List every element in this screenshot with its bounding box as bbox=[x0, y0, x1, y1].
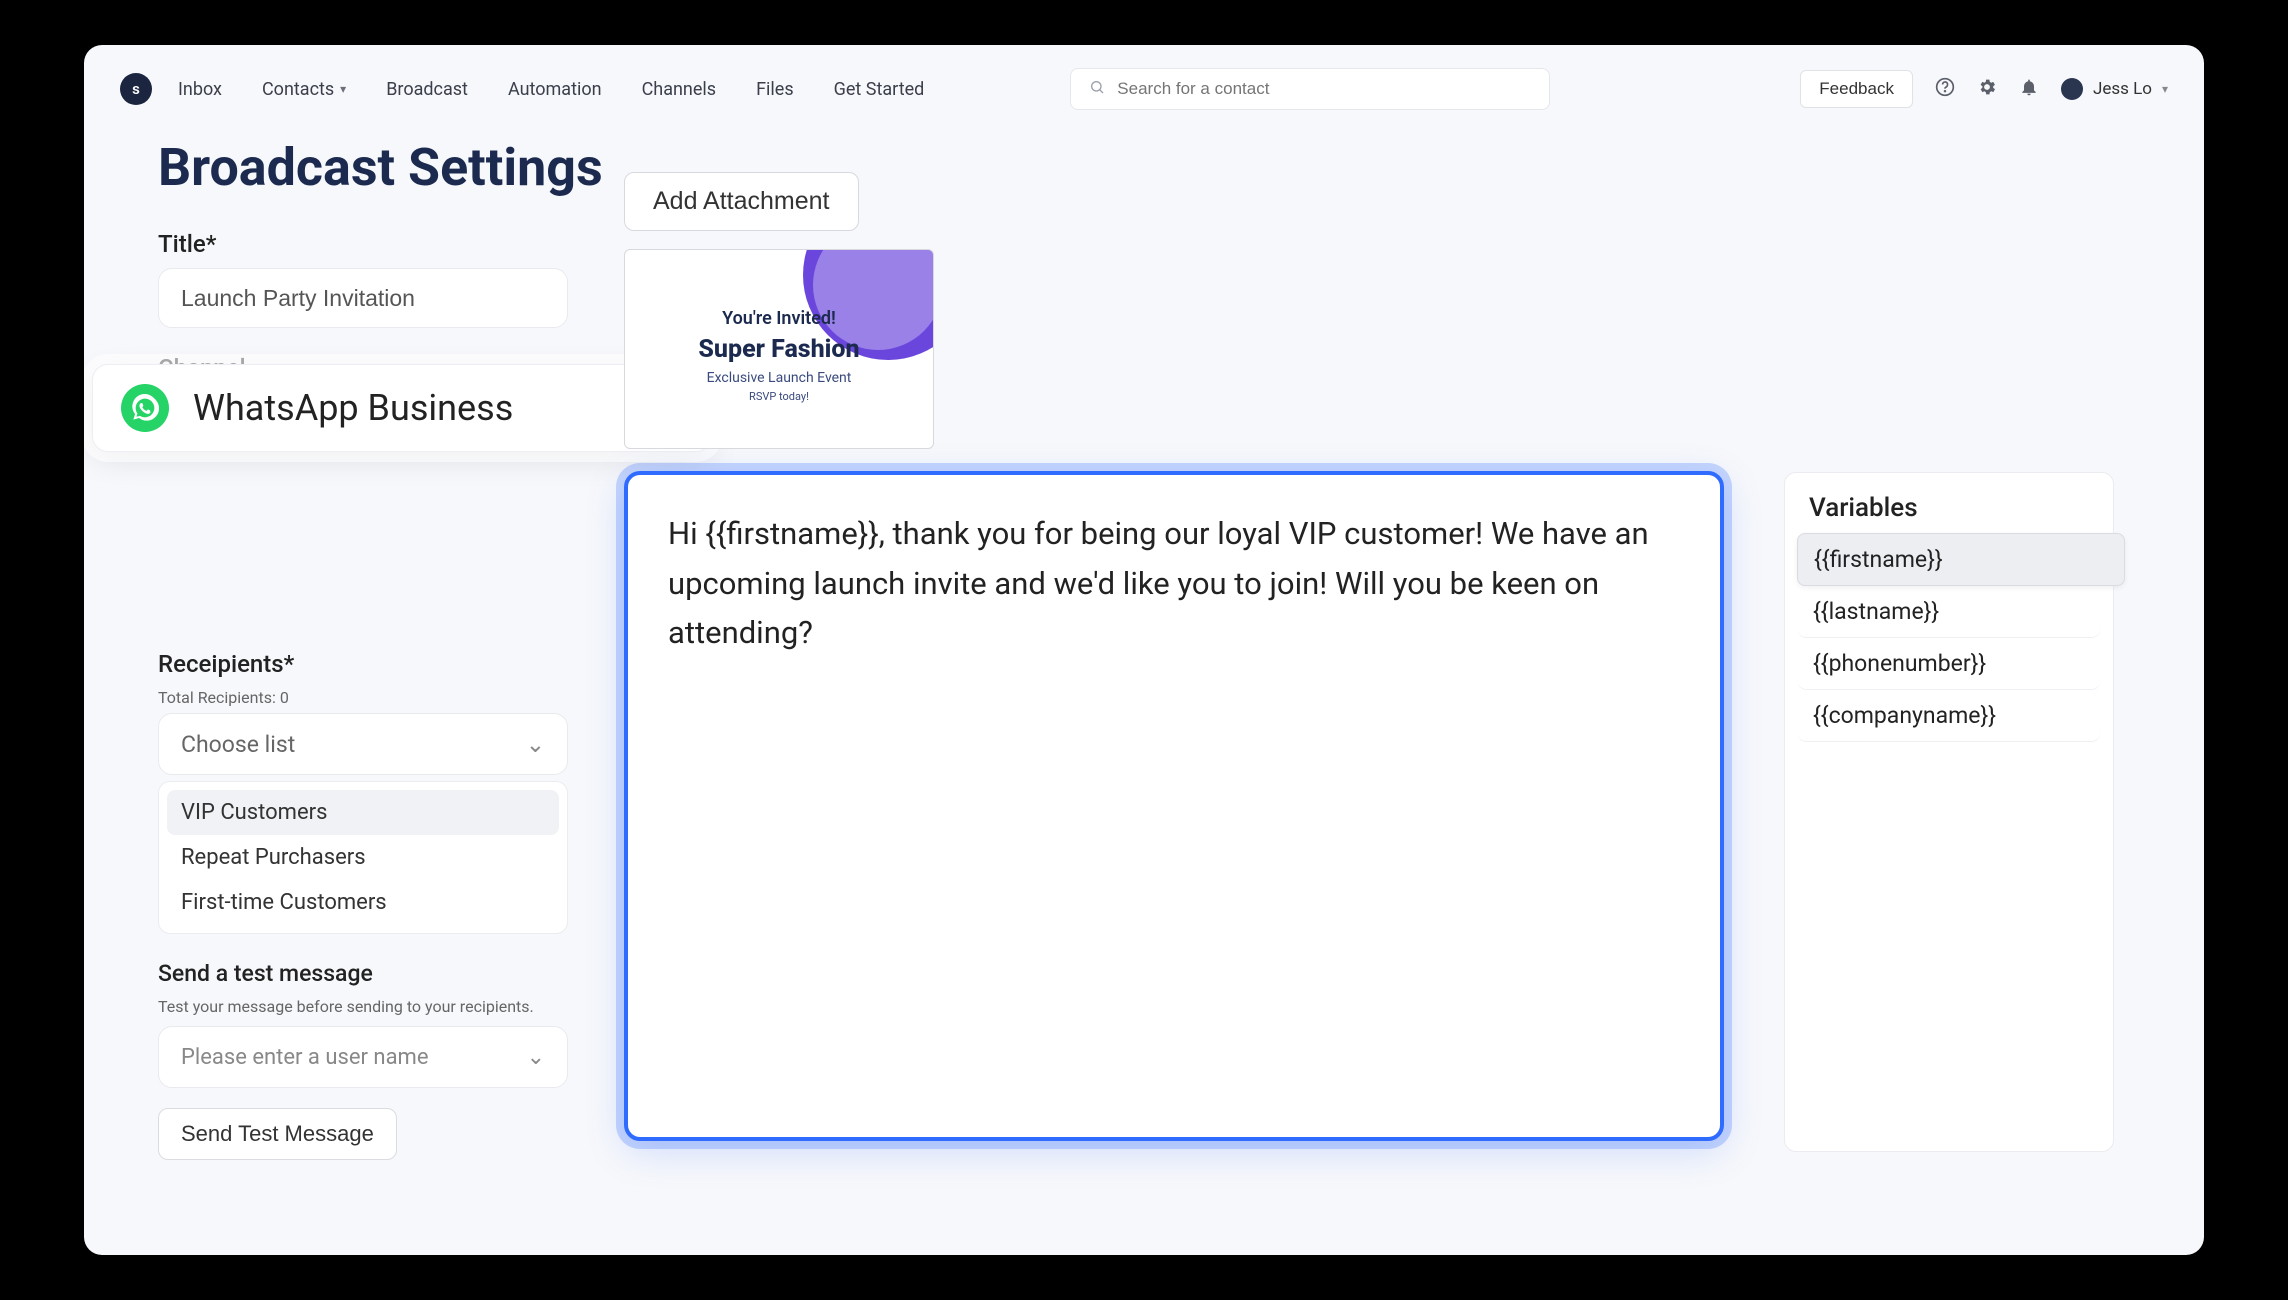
att-line2: Super Fashion bbox=[643, 335, 915, 364]
add-attachment-button[interactable]: Add Attachment bbox=[624, 172, 859, 231]
att-line4: RSVP today! bbox=[643, 390, 915, 403]
list-option-vip[interactable]: VIP Customers bbox=[167, 790, 559, 835]
test-sub: Test your message before sending to your… bbox=[158, 997, 568, 1016]
test-user-select[interactable]: Please enter a user name ⌄ bbox=[158, 1026, 568, 1088]
variable-lastname[interactable]: {{lastname}} bbox=[1797, 586, 2101, 638]
app-frame: s Inbox Contacts ▾ Broadcast Automation … bbox=[84, 45, 2204, 1255]
search-container[interactable] bbox=[1070, 68, 1550, 110]
title-input[interactable] bbox=[158, 268, 568, 328]
avatar bbox=[2061, 78, 2083, 100]
recipients-field-group: Receipients* Total Recipients: 0 Choose … bbox=[158, 650, 568, 934]
right-column: Variables {{firstname}} {{lastname}} {{p… bbox=[1784, 472, 2114, 1152]
topbar-right: Feedback Jess Lo ▾ bbox=[1800, 70, 2168, 108]
list-option-firsttime[interactable]: First-time Customers bbox=[167, 880, 559, 925]
att-line1: You're Invited! bbox=[643, 308, 915, 329]
chevron-down-icon: ⌄ bbox=[527, 1045, 545, 1070]
nav-broadcast[interactable]: Broadcast bbox=[386, 79, 468, 100]
brand-letter: s bbox=[132, 80, 140, 98]
variables-panel: Variables {{firstname}} {{lastname}} {{p… bbox=[1784, 472, 2114, 1152]
attachment-text: You're Invited! Super Fashion Exclusive … bbox=[643, 308, 915, 403]
channel-select[interactable]: WhatsApp Business ⌄ bbox=[92, 364, 712, 452]
variables-title: Variables bbox=[1797, 493, 2101, 533]
message-body: Hi {{firstname}}, thank you for being ou… bbox=[668, 515, 1649, 651]
nav-contacts[interactable]: Contacts ▾ bbox=[262, 79, 346, 100]
center-column: Add Attachment ✕ You're Invited! Super F… bbox=[624, 172, 1744, 1141]
gear-icon[interactable] bbox=[1977, 77, 1997, 102]
brand-logo[interactable]: s bbox=[120, 73, 152, 105]
user-menu[interactable]: Jess Lo ▾ bbox=[2061, 78, 2168, 100]
test-label: Send a test message bbox=[158, 960, 568, 987]
topbar: s Inbox Contacts ▾ Broadcast Automation … bbox=[84, 45, 2204, 117]
variable-phonenumber[interactable]: {{phonenumber}} bbox=[1797, 638, 2101, 690]
search-input[interactable] bbox=[1117, 79, 1531, 99]
bell-icon[interactable] bbox=[2019, 77, 2039, 102]
att-line3: Exclusive Launch Event bbox=[643, 370, 915, 386]
nav-inbox[interactable]: Inbox bbox=[178, 79, 222, 100]
list-option-repeat[interactable]: Repeat Purchasers bbox=[167, 835, 559, 880]
recipients-select[interactable]: Choose list ⌄ bbox=[158, 713, 568, 775]
chevron-down-icon: ▾ bbox=[340, 82, 346, 96]
help-icon[interactable] bbox=[1935, 77, 1955, 102]
recipients-sub: Total Recipients: 0 bbox=[158, 688, 568, 707]
recipients-options: VIP Customers Repeat Purchasers First-ti… bbox=[158, 781, 568, 934]
send-test-button[interactable]: Send Test Message bbox=[158, 1108, 397, 1160]
nav-get-started[interactable]: Get Started bbox=[834, 79, 925, 100]
recipients-placeholder: Choose list bbox=[181, 731, 295, 758]
channel-selected: WhatsApp Business bbox=[193, 387, 636, 429]
variable-firstname[interactable]: {{firstname}} bbox=[1797, 533, 2125, 586]
top-nav: Inbox Contacts ▾ Broadcast Automation Ch… bbox=[178, 79, 924, 100]
chevron-down-icon: ⌄ bbox=[526, 731, 545, 758]
title-label: Title* bbox=[158, 230, 568, 258]
message-editor[interactable]: Hi {{firstname}}, thank you for being ou… bbox=[624, 471, 1724, 1141]
title-field-group: Title* bbox=[158, 230, 568, 328]
left-column: Title* Channel WhatsApp Business ⌄ Recei… bbox=[158, 208, 568, 1160]
variable-companyname[interactable]: {{companyname}} bbox=[1797, 690, 2101, 742]
whatsapp-icon bbox=[121, 384, 169, 432]
nav-files[interactable]: Files bbox=[756, 79, 794, 100]
user-name-label: Jess Lo bbox=[2093, 79, 2152, 99]
nav-channels[interactable]: Channels bbox=[642, 79, 717, 100]
feedback-button[interactable]: Feedback bbox=[1800, 70, 1913, 108]
recipients-label: Receipients* bbox=[158, 650, 568, 678]
test-placeholder: Please enter a user name bbox=[181, 1045, 429, 1070]
search-icon bbox=[1089, 79, 1105, 100]
nav-automation[interactable]: Automation bbox=[508, 79, 602, 100]
test-message-group: Send a test message Test your message be… bbox=[158, 960, 568, 1160]
chevron-down-icon: ▾ bbox=[2162, 82, 2168, 96]
attachment-preview[interactable]: ✕ You're Invited! Super Fashion Exclusiv… bbox=[624, 249, 934, 449]
